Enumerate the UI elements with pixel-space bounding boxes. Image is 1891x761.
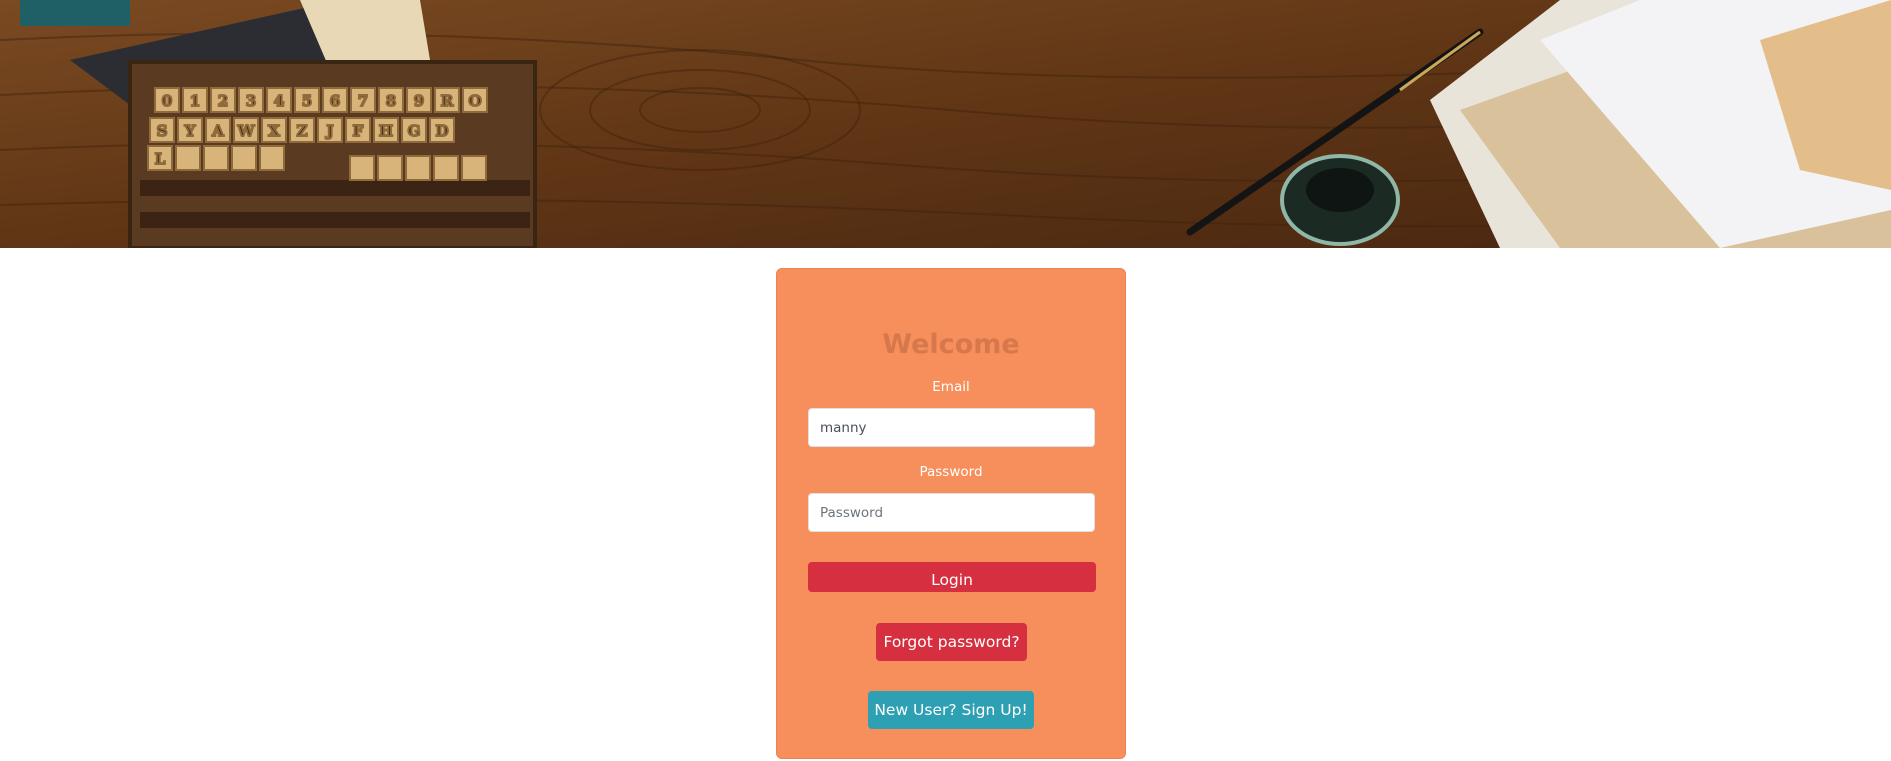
- signup-button[interactable]: New User? Sign Up!: [868, 691, 1034, 729]
- password-field[interactable]: [808, 493, 1095, 532]
- welcome-heading: Welcome: [882, 329, 1020, 360]
- type-block-letter: 7: [358, 92, 368, 110]
- login-button[interactable]: Login: [808, 562, 1096, 592]
- type-block-letter: S: [157, 122, 168, 140]
- desk-scene-illustration: 0 1 2 3 4 5 6 7 8 9 R O S Y A W X Z J F H G D L: [0, 0, 1891, 248]
- type-block-letter: 4: [274, 92, 284, 110]
- login-card: Welcome Email Password Login Forgot pass…: [776, 268, 1126, 759]
- type-block-letter: J: [324, 122, 333, 140]
- type-block-letter: X: [268, 122, 280, 140]
- type-block-letter: L: [155, 150, 166, 168]
- type-block-letter: 2: [218, 92, 228, 110]
- type-block-letter: 8: [386, 92, 396, 110]
- type-block-letter: Y: [184, 122, 196, 140]
- type-block-letter: 3: [246, 92, 256, 110]
- type-block-letter: H: [379, 122, 393, 140]
- type-block-letter: 9: [414, 92, 424, 110]
- type-block-letter: 5: [302, 92, 312, 110]
- type-block-letter: O: [468, 92, 481, 110]
- type-block-letter: 6: [330, 92, 340, 110]
- email-field[interactable]: [808, 408, 1095, 447]
- type-block-letter: G: [408, 122, 421, 140]
- type-block-letter: W: [237, 122, 256, 140]
- type-block-letter: 1: [190, 92, 200, 110]
- header-banner-image: 0123456789RO SYAWXZJ FHGD L: [0, 0, 1891, 248]
- type-block-letter: 0: [162, 92, 172, 110]
- type-block-letter: D: [435, 122, 448, 140]
- email-label: Email: [932, 379, 970, 395]
- type-block-letter: R: [441, 92, 454, 110]
- type-block-letter: F: [353, 122, 364, 140]
- type-block-letter: Z: [297, 122, 308, 140]
- forgot-password-button[interactable]: Forgot password?: [876, 623, 1027, 661]
- password-label: Password: [919, 464, 983, 480]
- type-block-letter: A: [211, 122, 224, 140]
